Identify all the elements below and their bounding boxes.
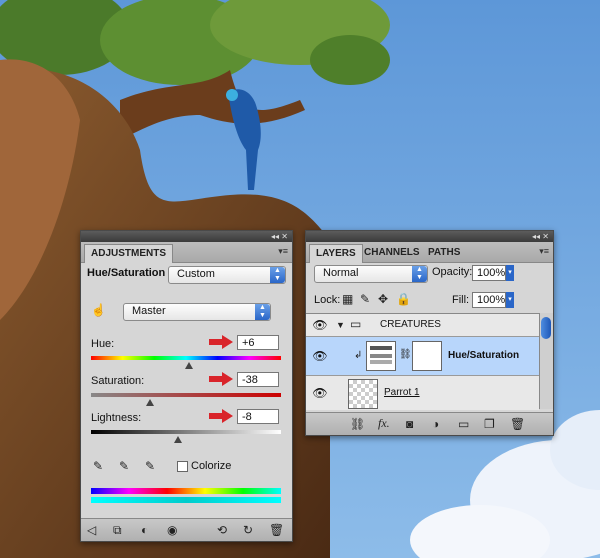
opacity-dropdown-icon[interactable]: ▾ [506,265,514,281]
layers-tabbar: LAYERS CHANNELS PATHS ▾≡ [306,242,553,263]
collapse-icon[interactable]: ◂◂ ✕ [271,231,288,242]
link-layers-icon[interactable]: ⛓ [350,417,365,431]
fill-field[interactable]: 100% [472,292,506,308]
channel-value: Master [132,305,166,317]
tab-adjustments[interactable]: ADJUSTMENTS [84,244,174,263]
visibility-eye-icon[interactable]: 👁 [311,349,329,363]
eyedropper-plus-icon[interactable]: ✎ [119,459,129,473]
layer-name: Hue/Saturation [448,350,520,361]
panel-titlebar[interactable]: ◂◂ ✕ [81,231,292,242]
reset-icon[interactable]: ↻ [243,523,253,537]
red-arrow-icon [209,335,233,349]
select-arrows-icon: ▲ ▼ [255,304,270,320]
channel-select[interactable]: Master ▲ ▼ [123,303,271,321]
expand-view-icon[interactable]: ⧉ [113,523,122,537]
select-arrows-icon: ▲ ▼ [412,266,427,282]
eyedropper-minus-icon[interactable]: ✎ [145,459,155,473]
new-layer-icon[interactable]: ❐ [484,417,495,431]
opacity-field[interactable]: 100% [472,265,506,281]
blend-mode-select[interactable]: Normal ▲ ▼ [314,265,428,283]
select-arrows-icon: ▲ ▼ [270,267,285,283]
lock-all-icon[interactable]: 🔒 [396,292,411,306]
visibility-eye-icon[interactable]: 👁 [311,386,329,400]
input-color-ramp [91,488,281,494]
hue-slider-thumb[interactable] [185,362,194,369]
tab-channels[interactable]: CHANNELS [358,244,426,262]
saturation-label: Saturation: [91,375,145,387]
hue-label: Hue: [91,338,115,350]
lock-transparent-icon[interactable]: ▦ [342,292,353,306]
adjustments-footer: ◁ ⧉ ◐ ◉ ⟲ ↻ 🗑 [81,518,292,541]
trash-icon[interactable]: 🗑 [269,523,284,537]
layers-list: 👁 ▼ ▭ CREATURES 👁 ↲ ⛓ Hue/Saturation 👁 P… [306,313,539,410]
lightness-value-field[interactable]: -8 [237,409,279,424]
visibility-eye-icon[interactable]: ◉ [167,523,177,537]
lock-label: Lock: [314,294,341,306]
tab-paths[interactable]: PATHS [422,244,466,262]
add-mask-icon[interactable]: ◙ [406,417,413,431]
layer-thumbnail [348,379,378,409]
layers-scrollbar[interactable] [539,313,553,409]
output-color-ramp [91,497,281,503]
lock-position-icon[interactable]: ✥ [378,292,388,306]
layer-style-fx-icon[interactable]: fx. [378,416,390,430]
layer-name: Parrot 1 [384,387,420,398]
saturation-slider-thumb[interactable] [145,399,154,406]
panel-titlebar[interactable]: ◂◂ ✕ [306,231,553,242]
layer-name: CREATURES [380,319,441,330]
blend-mode-value: Normal [323,267,359,279]
hue-value-field[interactable]: +6 [237,335,279,350]
red-arrow-icon [209,372,233,386]
scrollbar-thumb[interactable] [541,317,551,339]
collapse-icon[interactable]: ◂◂ ✕ [532,231,549,242]
clip-arrow-icon: ↲ [354,350,363,361]
fill-dropdown-icon[interactable]: ▾ [506,292,514,308]
lightness-label: Lightness: [91,412,142,424]
targeted-adjustment-icon[interactable]: ☝ [91,303,106,317]
new-group-icon[interactable]: ▭ [458,417,469,431]
layer-row-parrot[interactable]: 👁 Parrot 1 [306,376,539,410]
hue-slider-track[interactable] [91,356,281,360]
layer-mask-thumbnail[interactable] [412,341,442,371]
adjustment-thumbnail-icon [366,341,396,371]
trash-icon[interactable]: 🗑 [510,417,525,431]
layer-row-adjustment[interactable]: 👁 ↲ ⛓ Hue/Saturation [306,337,539,376]
expand-triangle-icon[interactable]: ▼ [336,318,345,332]
new-adjustment-icon[interactable]: ◑ [432,417,439,431]
panel-menu-icon[interactable]: ▾≡ [278,246,288,257]
tab-layers[interactable]: LAYERS [309,244,363,263]
layers-footer: ⛓ fx. ◙ ◑ ▭ ❐ 🗑 [306,412,553,435]
lightness-slider-track[interactable] [91,430,281,434]
lightness-slider-thumb[interactable] [174,436,183,443]
clip-to-layer-icon[interactable]: ◐ [141,523,148,537]
back-arrow-icon[interactable]: ◁ [87,523,96,537]
link-chain-icon[interactable]: ⛓ [399,348,412,362]
saturation-slider-track[interactable] [91,393,281,397]
colorize-label: Colorize [191,460,232,472]
preset-value: Custom [177,268,215,280]
colorize-checkbox[interactable] [177,461,188,472]
preset-select[interactable]: Custom ▲ ▼ [168,266,286,284]
visibility-eye-icon[interactable]: 👁 [311,318,329,332]
panel-menu-icon[interactable]: ▾≡ [539,246,549,257]
adjustment-type-label: Hue/Saturation [87,267,166,279]
adjustments-panel: ◂◂ ✕ ADJUSTMENTS ▾≡ Hue/Saturation Custo… [80,230,293,542]
opacity-label: Opacity: [432,266,473,278]
layers-panel: ◂◂ ✕ LAYERS CHANNELS PATHS ▾≡ Normal ▲ ▼ … [305,230,554,436]
folder-icon: ▭ [350,317,362,331]
fill-label: Fill: [452,294,470,306]
previous-state-icon[interactable]: ⟲ [217,523,227,537]
adjustments-tabbar: ADJUSTMENTS ▾≡ [81,242,292,263]
saturation-value-field[interactable]: -38 [237,372,279,387]
red-arrow-icon [209,409,233,423]
lock-pixels-icon[interactable]: ✎ [360,292,370,306]
eyedropper-icon[interactable]: ✎ [93,459,103,473]
layer-row-group[interactable]: 👁 ▼ ▭ CREATURES [306,314,539,337]
